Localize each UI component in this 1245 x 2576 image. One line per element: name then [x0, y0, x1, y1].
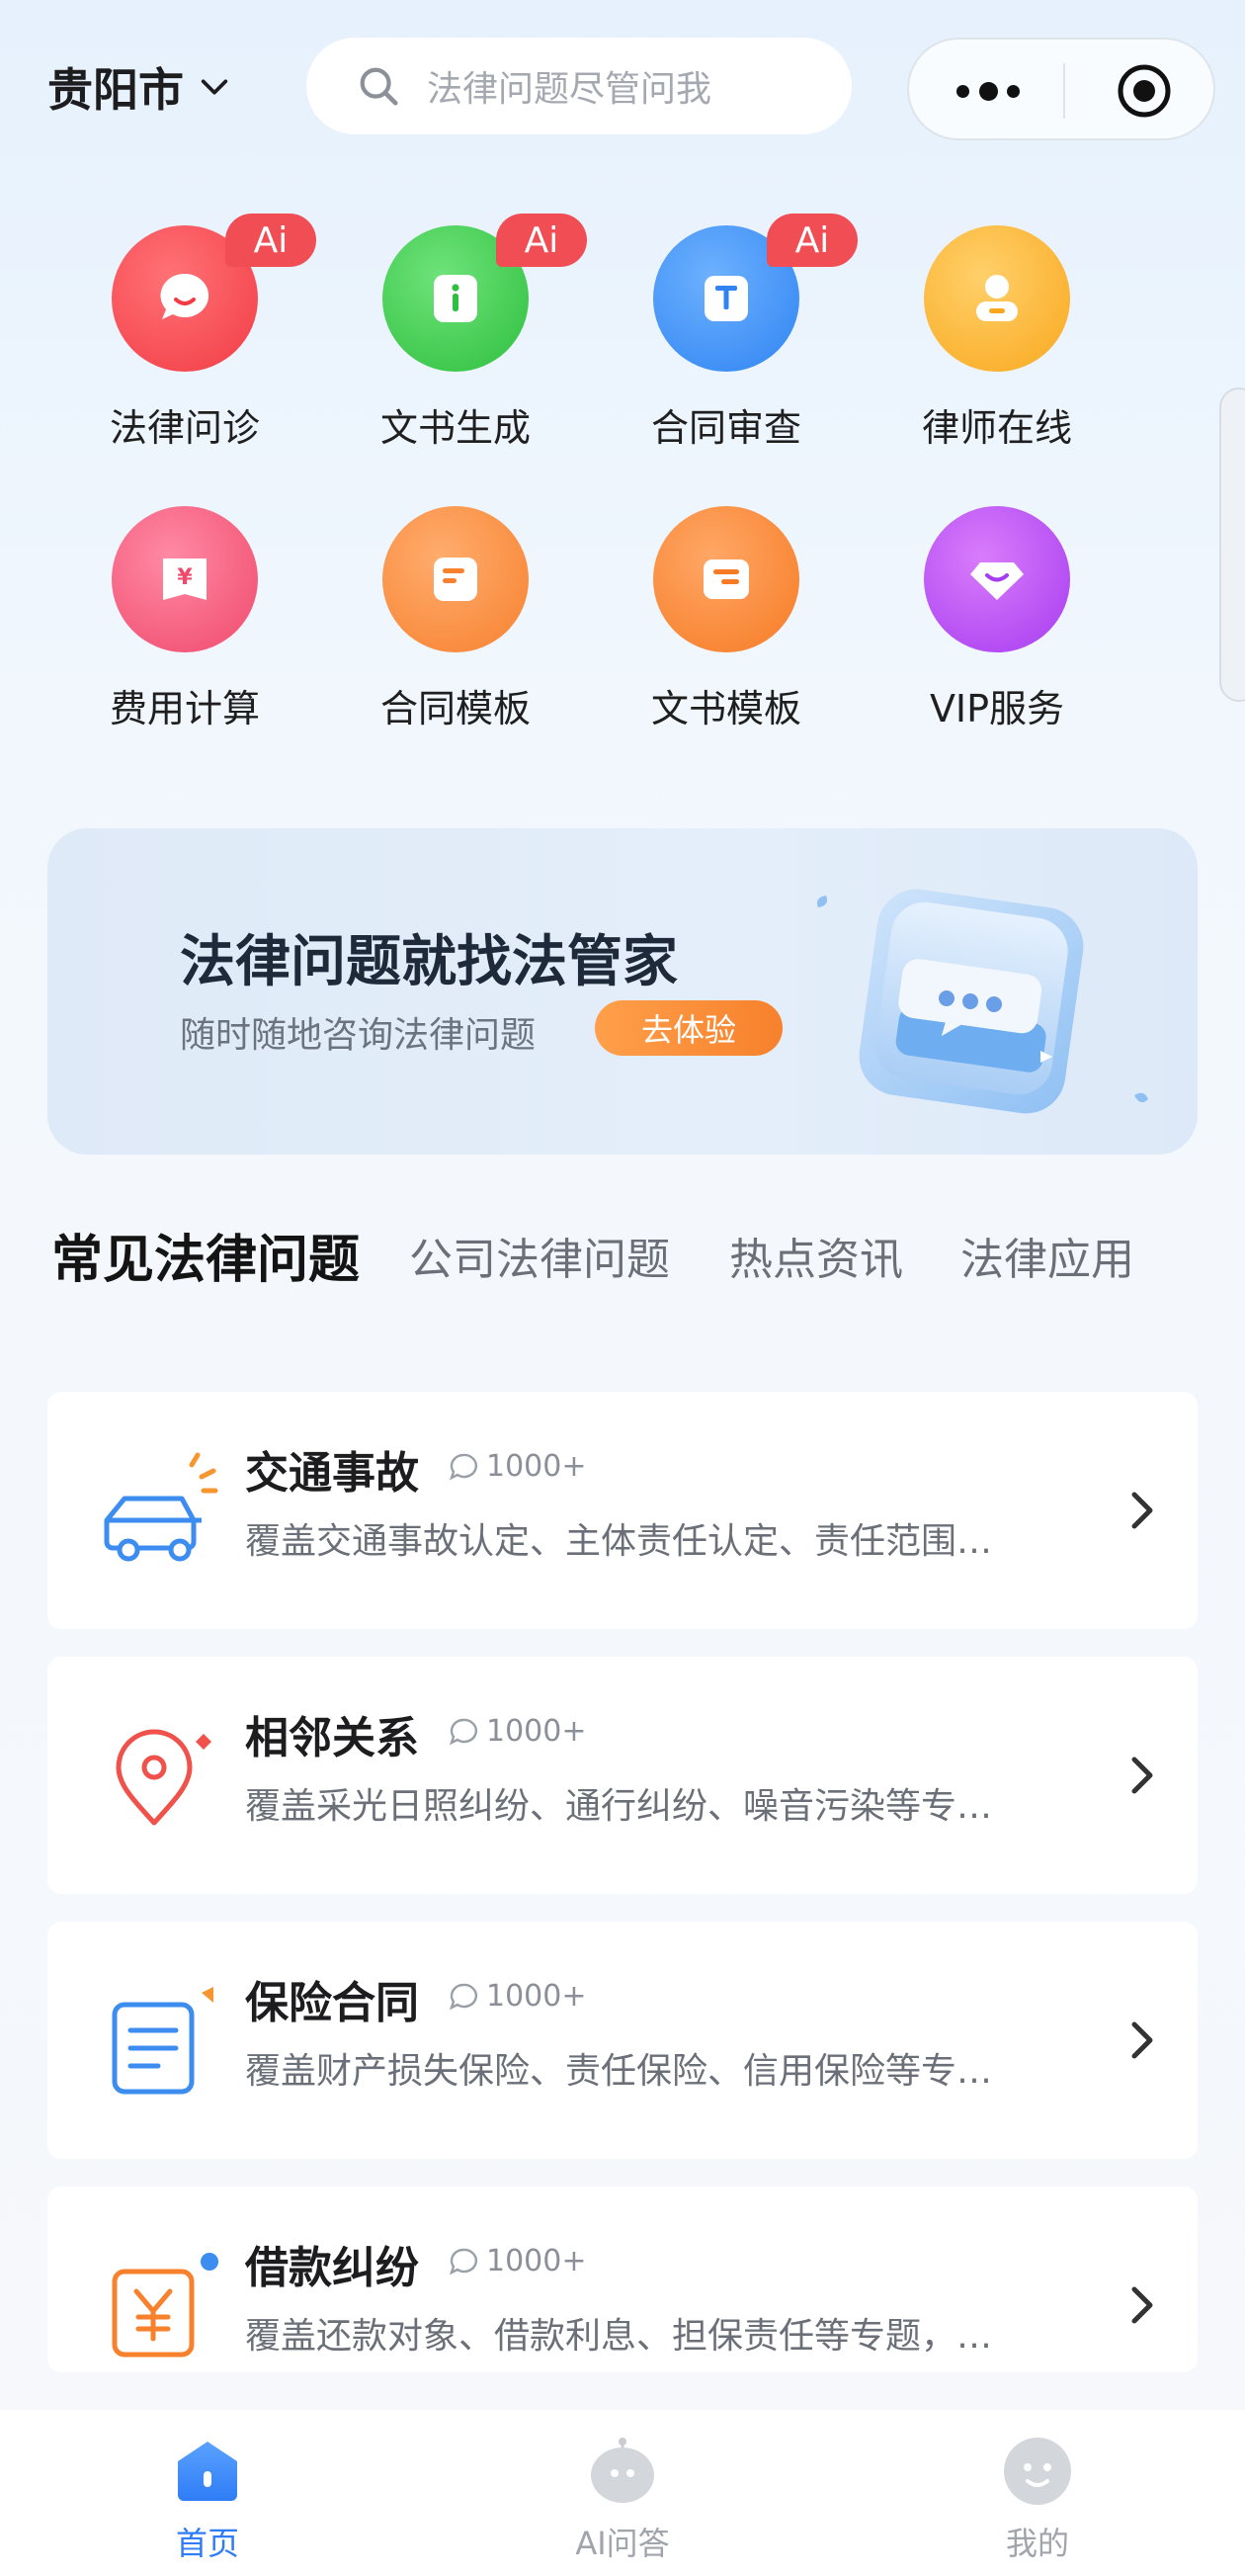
banner-subtitle: 随时随地咨询法律问题	[180, 1015, 537, 1056]
tab-common-legal[interactable]: 常见法律问题	[51, 1218, 360, 1292]
comment-icon	[449, 1983, 478, 2010]
try-now-button[interactable]: 去体验	[595, 1000, 783, 1056]
grid-label: 律师在线	[921, 406, 1072, 450]
promo-banner[interactable]: 法律问题就找法管家 随时随地咨询法律问题 去体验	[47, 828, 1198, 1155]
fee-calc-icon: ¥	[112, 506, 258, 652]
svg-text:¥: ¥	[177, 565, 193, 590]
car-icon	[104, 1452, 218, 1562]
chevron-right-icon	[1131, 2286, 1153, 2324]
yuan-icon	[112, 2253, 218, 2358]
tab-legal-apps[interactable]: 法律应用	[960, 1224, 1134, 1287]
document-template-icon	[653, 506, 799, 652]
comment-icon	[449, 1718, 478, 1745]
grid-label: 文书生成	[379, 406, 531, 450]
count-value: 1000+	[486, 2244, 587, 2278]
topic-description: 覆盖还款对象、借款利息、担保责任等专题，…	[245, 2316, 993, 2357]
comment-icon	[449, 1453, 478, 1480]
grid-label: VIP服务	[929, 687, 1065, 730]
count-value: 1000+	[486, 1714, 587, 1749]
city-label: 贵阳市	[47, 63, 184, 117]
grid-label: 合同审查	[650, 406, 801, 450]
topic-title: 相邻关系	[245, 1713, 419, 1763]
search-icon	[360, 67, 398, 106]
profile-icon	[1004, 2438, 1071, 2505]
chevron-right-icon	[1131, 1757, 1153, 1794]
city-selector[interactable]: 贵阳市	[47, 54, 231, 120]
topic-title: 保险合同	[245, 1978, 419, 2028]
search-bar[interactable]: 法律问题尽管问我	[306, 38, 852, 134]
tabbar-home[interactable]: 首页	[109, 2436, 306, 2564]
comment-count: 1000+	[447, 1449, 586, 1484]
grid-label: 法律问诊	[109, 406, 260, 450]
lawyer-icon	[924, 225, 1070, 372]
robot-icon	[591, 2438, 654, 2503]
location-pin-icon	[116, 1729, 211, 1826]
topic-description: 覆盖采光日照纠纷、通行纠纷、噪音污染等专…	[245, 1786, 993, 1827]
tab-hot-news[interactable]: 热点资讯	[729, 1224, 903, 1287]
tab-company-legal[interactable]: 公司法律问题	[409, 1224, 670, 1287]
document-icon	[112, 1987, 213, 2095]
comment-count: 1000+	[447, 1714, 586, 1749]
search-placeholder: 法律问题尽管问我	[427, 69, 712, 110]
ai-badge: Ai	[496, 214, 587, 267]
topic-card-neighbor[interactable]: 相邻关系 1000+ 覆盖采光日照纠纷、通行纠纷、噪音污染等专…	[47, 1657, 1198, 1894]
banner-title: 法律问题就找法管家	[180, 930, 678, 994]
topic-card-traffic[interactable]: 交通事故 1000+ 覆盖交通事故认定、主体责任认定、责任范围…	[47, 1392, 1198, 1629]
topic-title: 借款纠纷	[245, 2243, 419, 2293]
topic-card-insurance[interactable]: 保险合同 1000+ 覆盖财产损失保险、责任保险、信用保险等专…	[47, 1922, 1198, 2159]
topic-description: 覆盖财产损失保险、责任保险、信用保险等专…	[245, 2051, 993, 2092]
grid-label: 文书模板	[650, 687, 801, 730]
grid-label: 费用计算	[109, 687, 260, 730]
capsule-divider	[1063, 63, 1065, 119]
chat-box-illustration-icon	[817, 889, 1148, 1114]
close-target-icon[interactable]	[1115, 61, 1174, 121]
category-tabs: 常见法律问题 公司法律问题 热点资讯 法律应用	[51, 1224, 1198, 1303]
diamond-icon	[924, 506, 1070, 652]
tabbar-profile[interactable]: 我的	[939, 2436, 1136, 2564]
chevron-down-icon	[201, 79, 228, 95]
tabbar-label: AI问答	[575, 2525, 670, 2562]
side-drawer-handle[interactable]	[1219, 387, 1245, 702]
ai-badge: Ai	[767, 214, 858, 267]
miniprogram-capsule	[907, 38, 1215, 140]
chevron-right-icon	[1131, 2021, 1153, 2059]
header: 贵阳市 法律问题尽管问我	[0, 0, 1245, 168]
comment-count: 1000+	[447, 1979, 586, 2014]
contract-template-icon	[382, 506, 529, 652]
more-options-icon[interactable]	[956, 73, 1020, 109]
topic-description: 覆盖交通事故认定、主体责任认定、责任范围…	[245, 1521, 993, 1562]
home-icon	[178, 2442, 237, 2501]
tabbar-label: 我的	[1005, 2525, 1069, 2562]
count-value: 1000+	[486, 1979, 587, 2014]
grid-label: 合同模板	[379, 687, 531, 730]
count-value: 1000+	[486, 1449, 587, 1484]
tabbar-ai-qa[interactable]: AI问答	[524, 2436, 721, 2564]
tabbar-label: 首页	[175, 2525, 239, 2562]
ai-badge: Ai	[225, 214, 316, 267]
topic-card-loan[interactable]: 借款纠纷 1000+ 覆盖还款对象、借款利息、担保责任等专题，…	[47, 2187, 1198, 2372]
bottom-tab-bar: 首页 AI问答 我的	[0, 2410, 1245, 2576]
comment-icon	[449, 2248, 478, 2275]
chevron-right-icon	[1131, 1492, 1153, 1529]
topic-title: 交通事故	[245, 1448, 419, 1499]
comment-count: 1000+	[447, 2244, 586, 2278]
